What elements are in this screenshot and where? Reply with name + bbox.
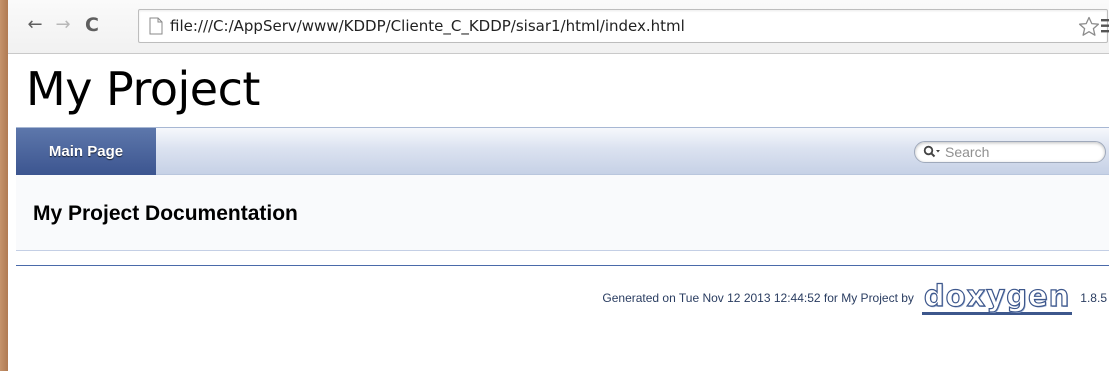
url-text[interactable]: file:///C:/AppServ/www/KDDP/Cliente_C_KD… (170, 17, 685, 35)
search-input[interactable] (945, 143, 1095, 161)
main-navbar: Main Page (16, 127, 1109, 175)
page-icon (149, 17, 163, 35)
bookmark-star-icon[interactable] (1077, 15, 1101, 39)
window-frame (0, 0, 8, 371)
footer: Generated on Tue Nov 12 2013 12:44:52 fo… (602, 280, 1107, 316)
forward-button[interactable]: → (52, 14, 74, 36)
address-bar[interactable]: file:///C:/AppServ/www/KDDP/Cliente_C_KD… (138, 9, 1108, 43)
page-content: My Project Main Page My Project Document… (16, 54, 1109, 371)
doxygen-version: 1.8.5 (1080, 291, 1107, 305)
generated-text: Generated on Tue Nov 12 2013 12:44:52 fo… (602, 291, 914, 305)
menu-icon[interactable] (1101, 18, 1109, 34)
browser-chrome: ← → C file:///C:/AppServ/www/KDDP/Client… (8, 0, 1109, 54)
reload-button[interactable]: C (81, 14, 103, 36)
doxygen-logo-link[interactable]: doxygen (921, 280, 1073, 315)
tab-main-page[interactable]: Main Page (16, 128, 156, 175)
project-title: My Project (26, 62, 260, 116)
page-title: My Project Documentation (33, 202, 298, 225)
footer-divider (16, 265, 1109, 266)
back-button[interactable]: ← (24, 14, 46, 36)
search-icon[interactable] (923, 145, 941, 159)
browser-toolbar: ← → C file:///C:/AppServ/www/KDDP/Client… (8, 0, 1109, 54)
page-header: My Project Documentation (16, 175, 1109, 251)
search-box[interactable] (914, 141, 1106, 163)
